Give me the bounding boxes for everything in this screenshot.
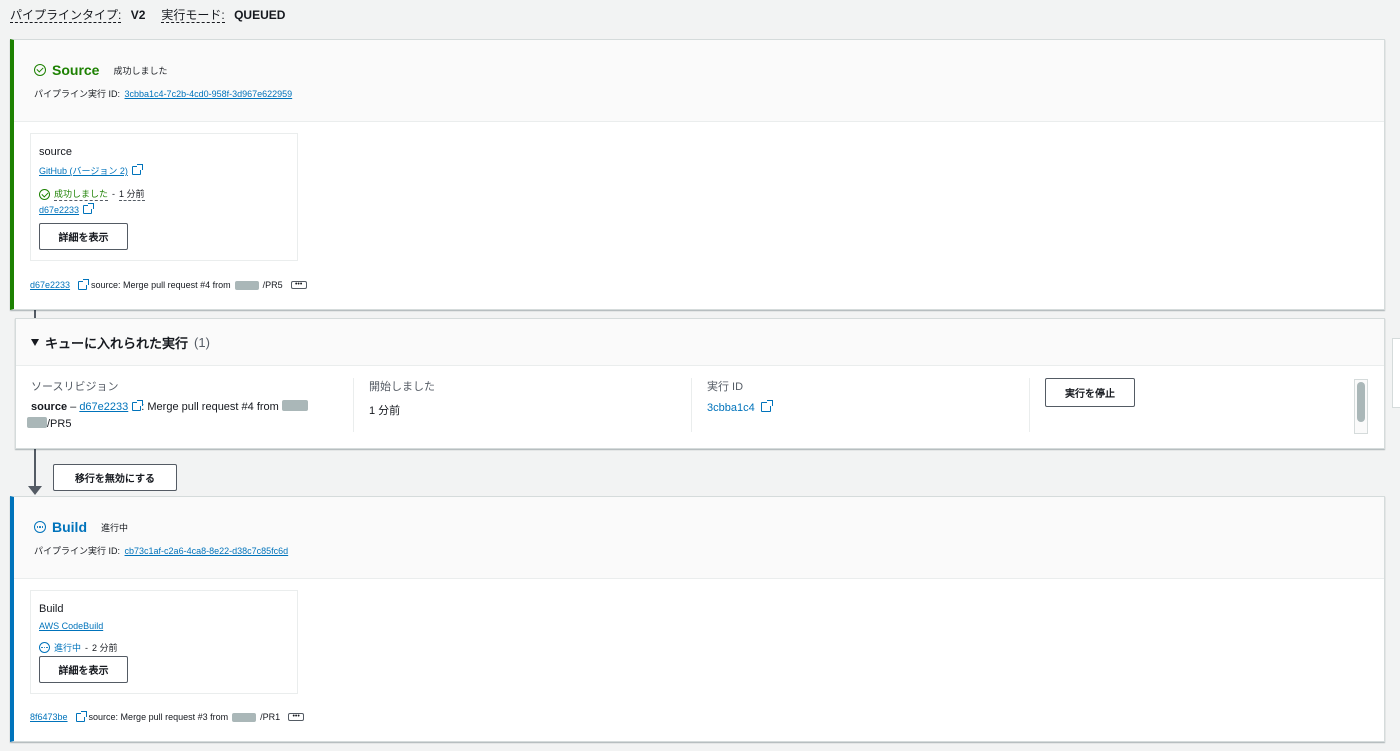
action-provider-link[interactable]: GitHub (バージョン 2) <box>39 166 128 176</box>
action-time[interactable]: 1 分前 <box>119 187 145 201</box>
execution-id-label: パイプライン実行 ID: <box>34 89 121 99</box>
action-status: 成功しました - 1 分前 <box>39 187 289 201</box>
dash: – <box>67 401 80 413</box>
pipeline-meta: パイプラインタイプ: V2 実行モード: QUEUED <box>10 6 285 23</box>
action-name: source <box>39 146 73 158</box>
action-status-text[interactable]: 成功しました <box>54 187 109 201</box>
footer-message-suffix: /PR1 <box>260 712 281 722</box>
action-status-text[interactable]: 進行中 <box>54 641 81 654</box>
scrollbar[interactable] <box>1354 379 1368 434</box>
stage-revision-footer: 8f6473be source: Merge pull request #3 f… <box>30 710 305 722</box>
separator: - <box>85 642 89 653</box>
footer-revision-link[interactable]: 8f6473be <box>30 712 68 722</box>
transition-arrow-icon <box>28 486 42 495</box>
action-name: Build <box>39 603 64 615</box>
redacted-block <box>232 712 257 722</box>
stage-status: 成功しました <box>113 65 168 76</box>
footer-message-prefix: source: Merge pull request #4 from <box>91 280 231 290</box>
col-header: ソースリビジョン <box>31 381 119 393</box>
execution-mode: 実行モード: QUEUED <box>161 6 285 23</box>
pipeline-type: パイプラインタイプ: V2 <box>10 6 145 23</box>
source-name: source <box>31 401 68 413</box>
disable-transition-button[interactable]: 移行を無効にする <box>53 464 177 491</box>
col-header: 開始しました <box>369 381 435 393</box>
stage-title: Source <box>52 62 100 78</box>
action-card-source: source GitHub (バージョン 2) 成功しました - 1 分前 d6… <box>30 133 298 261</box>
connector-line <box>34 449 36 489</box>
footer-revision-link[interactable]: d67e2233 <box>30 280 70 290</box>
view-details-button[interactable]: 詳細を表示 <box>39 656 128 683</box>
col-header: 実行 ID <box>707 381 744 393</box>
revision-message-suffix: /PR5 <box>47 418 72 430</box>
redacted-block <box>281 400 308 411</box>
queued-executions-count: (1) <box>194 334 210 350</box>
external-link-icon[interactable] <box>132 400 144 411</box>
side-panel-edge <box>1392 338 1400 408</box>
redacted-block <box>234 280 259 290</box>
in-progress-icon <box>39 642 50 653</box>
separator: - <box>112 189 116 199</box>
revision-message-prefix: : Merge pull request #4 from <box>141 401 279 413</box>
col-source-revision: ソースリビジョン source – d67e2233 : Merge pull r… <box>16 378 354 432</box>
revision-link[interactable]: d67e2233 <box>79 401 128 413</box>
col-started: 開始しました 1 分前 <box>354 378 692 432</box>
queued-executions-panel: キューに入れられた実行 (1) ソースリビジョン source – d67e22… <box>15 318 1385 449</box>
external-link-icon[interactable] <box>75 710 87 722</box>
stage-title: Build <box>52 519 87 535</box>
more-button[interactable]: ••• <box>290 281 307 289</box>
pipeline-execution-id: パイプライン実行 ID: cb73c1af-c2a6-4ca8-8e22-d38… <box>34 544 1364 557</box>
pipeline-execution-id: パイプライン実行 ID: 3cbba1c4-7c2b-4cd0-958f-3d9… <box>34 87 1364 100</box>
footer-message-suffix: /PR5 <box>262 280 283 290</box>
execution-id-link[interactable]: cb73c1af-c2a6-4ca8-8e22-d38c7c85fc6d <box>125 546 289 556</box>
col-execution-id: 実行 ID 3cbba1c4 <box>692 378 1030 432</box>
redacted-block <box>27 417 47 428</box>
action-status: 進行中 - 2 分前 <box>39 641 289 654</box>
scrollbar-thumb[interactable] <box>1357 382 1365 422</box>
action-provider-link[interactable]: AWS CodeBuild <box>39 621 103 631</box>
footer-message-prefix: source: Merge pull request #3 from <box>88 712 229 722</box>
execution-id-link[interactable]: 3cbba1c4-7c2b-4cd0-958f-3d967e622959 <box>125 89 293 99</box>
col-actions: 実行を停止 <box>1030 378 1350 432</box>
stage-build: Build 進行中 パイプライン実行 ID: cb73c1af-c2a6-4ca… <box>10 496 1385 742</box>
queued-execution-row: ソースリビジョン source – d67e2233 : Merge pull r… <box>16 378 1354 432</box>
stage-source: Source 成功しました パイプライン実行 ID: 3cbba1c4-7c2b… <box>10 39 1385 310</box>
caret-down-icon[interactable] <box>31 338 39 346</box>
more-button[interactable]: ••• <box>288 713 305 721</box>
execution-mode-value: QUEUED <box>234 8 286 22</box>
execution-id-label: パイプライン実行 ID: <box>34 546 121 556</box>
action-revision-link[interactable]: d67e2233 <box>39 205 79 215</box>
pipeline-type-label[interactable]: パイプラインタイプ: <box>10 8 122 23</box>
started-value: 1 分前 <box>369 405 401 417</box>
queued-executions-title: キューに入れられた実行 <box>45 335 189 351</box>
external-link-icon[interactable] <box>78 278 90 290</box>
stage-header: Source 成功しました パイプライン実行 ID: 3cbba1c4-7c2b… <box>14 40 1384 122</box>
stop-execution-button[interactable]: 実行を停止 <box>1045 378 1135 407</box>
view-details-button[interactable]: 詳細を表示 <box>39 223 128 250</box>
execution-id-link[interactable]: 3cbba1c4 <box>707 402 755 414</box>
stage-revision-footer: d67e2233 source: Merge pull request #4 f… <box>30 278 307 290</box>
success-icon <box>34 64 46 76</box>
external-link-icon[interactable] <box>83 203 95 214</box>
external-link-icon[interactable] <box>760 400 773 412</box>
in-progress-icon <box>34 521 46 533</box>
stage-status: 進行中 <box>101 522 129 533</box>
external-link-icon[interactable] <box>131 164 143 175</box>
queued-executions-header[interactable]: キューに入れられた実行 (1) <box>16 319 1384 366</box>
stage-header: Build 進行中 パイプライン実行 ID: cb73c1af-c2a6-4ca… <box>14 497 1384 579</box>
action-time: 2 分前 <box>92 643 118 653</box>
success-icon <box>39 188 50 200</box>
execution-mode-label[interactable]: 実行モード: <box>161 8 225 23</box>
action-card-build: Build AWS CodeBuild 進行中 - 2 分前 詳細を表示 <box>30 590 298 694</box>
pipeline-type-value: V2 <box>130 8 146 22</box>
